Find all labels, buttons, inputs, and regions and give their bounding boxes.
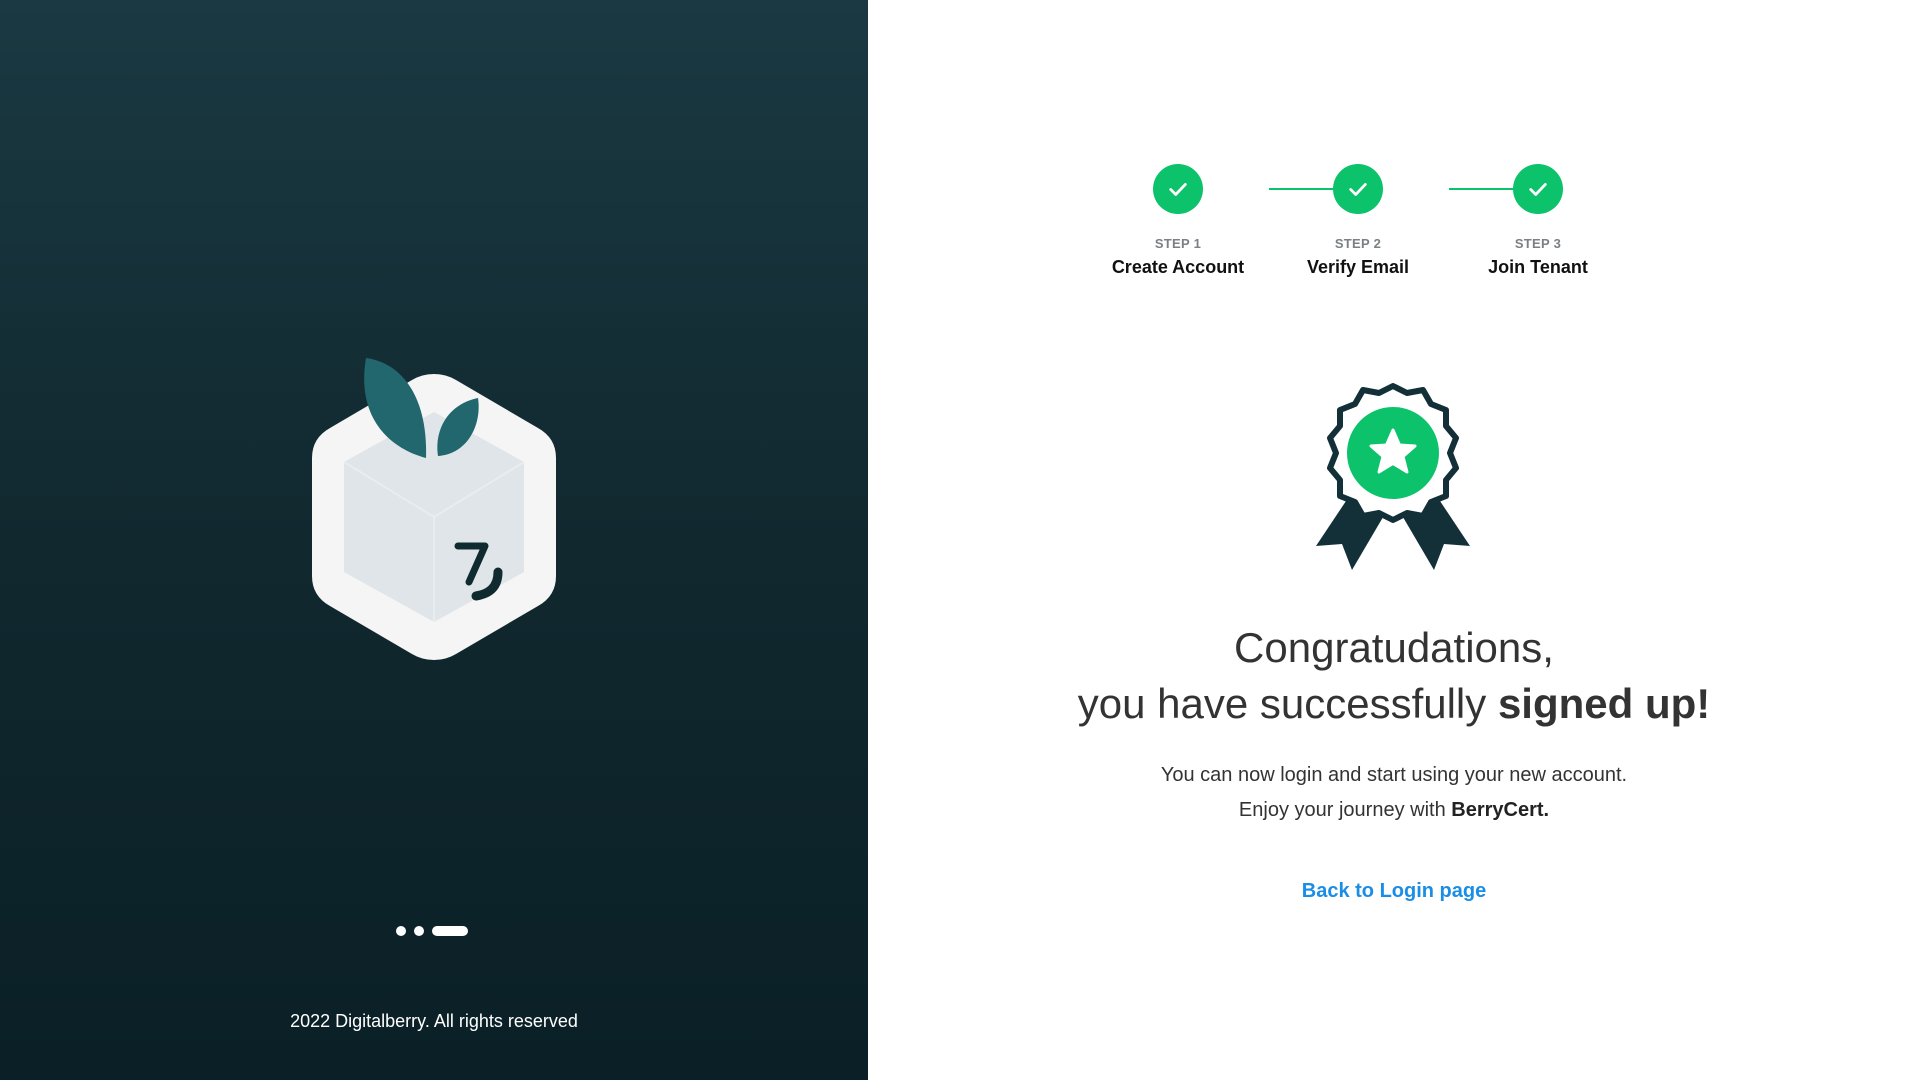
step-3-label: Join Tenant bbox=[1488, 257, 1588, 277]
step-1-indicator bbox=[1153, 164, 1203, 214]
carousel-indicators bbox=[396, 926, 468, 936]
carousel-dot-1[interactable] bbox=[396, 926, 406, 936]
success-message-line1: You can now login and start using your n… bbox=[1160, 764, 1628, 786]
step-create-account: STEP 1 Create Account bbox=[1088, 164, 1268, 278]
success-title-bold: signed up! bbox=[1497, 680, 1711, 727]
check-icon bbox=[1529, 183, 1547, 196]
copyright-footer: 2022 Digitalberry. All rights reserved bbox=[290, 1011, 578, 1031]
back-to-login-link[interactable]: Back to Login page bbox=[868, 880, 1920, 903]
step-join-tenant: STEP 3 Join Tenant bbox=[1448, 164, 1628, 278]
berry-cube-logo-icon bbox=[312, 358, 556, 660]
step-2-label: Verify Email bbox=[1306, 257, 1410, 277]
success-message-regular: Enjoy your journey with bbox=[1238, 799, 1452, 821]
award-ribbon-star-icon bbox=[1316, 383, 1470, 570]
success-title-line2: you have successfully signed up! bbox=[868, 676, 1920, 732]
success-message: You can now login and start using your n… bbox=[868, 758, 1920, 828]
step-verify-email: STEP 2 Verify Email bbox=[1268, 164, 1448, 278]
step-3-indicator bbox=[1513, 164, 1563, 214]
brand-panel: 2022 Digitalberry. All rights reserved bbox=[0, 0, 868, 1080]
step-3-number: STEP 3 bbox=[1514, 236, 1562, 251]
step-2-indicator bbox=[1333, 164, 1383, 214]
signup-success-panel: STEP 1 Create Account STEP 2 Verify Emai… bbox=[868, 0, 1920, 1080]
step-1-number: STEP 1 bbox=[1154, 236, 1202, 251]
success-message-line2: Enjoy your journey with BerryCert. bbox=[868, 793, 1920, 828]
step-1-label: Create Account bbox=[1111, 257, 1245, 277]
brand-name: BerryCert. bbox=[1451, 799, 1550, 821]
success-title-line1: Congratudations, bbox=[1234, 624, 1554, 671]
check-icon bbox=[1349, 183, 1367, 196]
carousel-dot-3-active[interactable] bbox=[432, 926, 468, 936]
step-2-number: STEP 2 bbox=[1334, 236, 1382, 251]
signup-stepper: STEP 1 Create Account STEP 2 Verify Emai… bbox=[868, 164, 1920, 284]
success-title-regular: you have successfully bbox=[1077, 680, 1498, 727]
success-headline: Congratudations, you have successfully s… bbox=[868, 620, 1920, 732]
carousel-dot-2[interactable] bbox=[414, 926, 424, 936]
check-icon bbox=[1169, 183, 1187, 196]
